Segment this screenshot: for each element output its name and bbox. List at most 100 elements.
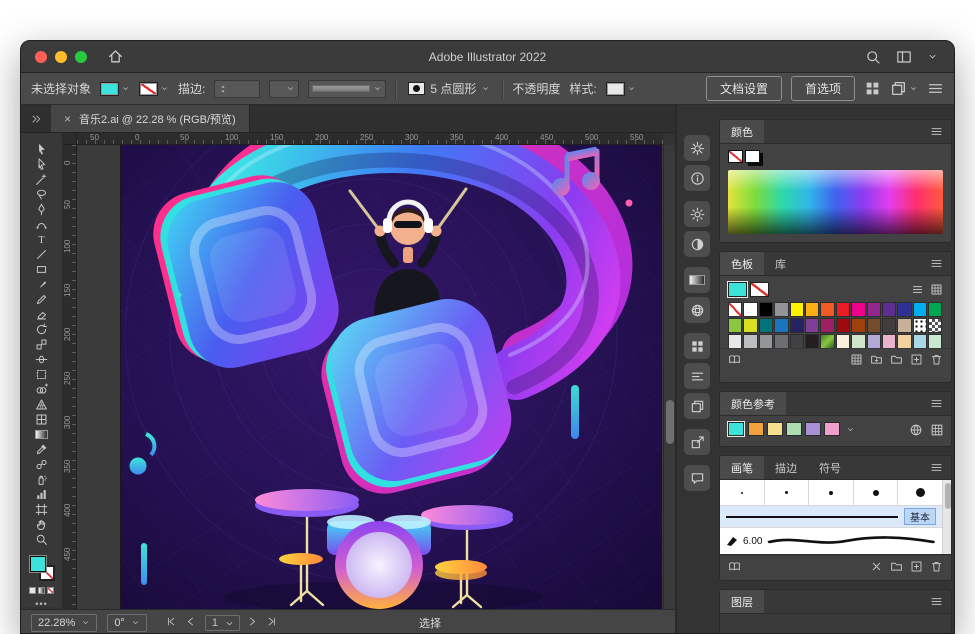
blend-tool[interactable] [29, 457, 55, 472]
comment-panel-icon[interactable] [684, 465, 710, 491]
selected-brush-row[interactable]: 6.00 [720, 528, 942, 554]
calligraphic-brush[interactable] [854, 480, 899, 505]
swatch[interactable] [790, 334, 804, 348]
delete-brush-icon[interactable] [930, 560, 943, 573]
stroke-swatch[interactable] [139, 82, 158, 96]
swatch[interactable] [774, 318, 788, 333]
swatch[interactable] [805, 302, 819, 317]
calligraphic-brush[interactable] [809, 480, 854, 505]
calligraphic-brush[interactable] [898, 480, 942, 505]
paintbrush-tool[interactable] [29, 277, 55, 292]
vertical-ruler[interactable]: 050100150200250300350400450 [63, 145, 77, 609]
brush-preset-dropdown[interactable]: 5 点圆形 [405, 80, 493, 98]
panel-menu-icon[interactable] [922, 392, 951, 415]
color-guide-options-icon[interactable] [930, 423, 943, 436]
layers-stack-icon[interactable] [684, 393, 710, 419]
harmony-swatch[interactable] [805, 422, 821, 436]
swatch[interactable] [867, 318, 881, 333]
panel-menu-icon[interactable] [922, 456, 951, 479]
magic-wand-tool[interactable] [29, 172, 55, 187]
swatch[interactable] [759, 318, 773, 333]
workspace-icon[interactable] [896, 49, 912, 65]
remove-brush-stroke-icon[interactable] [870, 560, 883, 573]
vertical-scrollbar[interactable] [663, 145, 675, 609]
new-color-group-icon[interactable] [870, 353, 883, 366]
artboard-number-dropdown[interactable]: 1 [205, 615, 240, 631]
panel-menu-icon[interactable] [922, 590, 951, 613]
width-profile-dropdown[interactable] [308, 80, 386, 98]
swatch[interactable] [867, 302, 881, 317]
screen-mode-button[interactable]: ••• [21, 599, 62, 609]
tab-libraries[interactable]: 库 [764, 252, 797, 275]
perspective-grid-tool[interactable] [29, 397, 55, 412]
symbol-sprayer-tool[interactable] [29, 472, 55, 487]
minimize-window-button[interactable] [55, 51, 67, 63]
align-panel-icon[interactable] [684, 363, 710, 389]
swatch[interactable] [851, 334, 865, 348]
eraser-tool[interactable] [29, 307, 55, 322]
swatch[interactable] [836, 334, 850, 348]
harmony-swatch[interactable] [786, 422, 802, 436]
hand-tool[interactable] [29, 517, 55, 532]
chevron-down-icon[interactable] [927, 51, 938, 62]
new-brush-icon[interactable] [910, 560, 923, 573]
harmony-swatch[interactable] [824, 422, 840, 436]
tab-color[interactable]: 颜色 [720, 120, 764, 143]
type-tool[interactable]: T [29, 232, 55, 247]
swatch[interactable] [851, 318, 865, 333]
swatch[interactable] [743, 318, 757, 333]
panel-menu-icon[interactable] [922, 252, 951, 275]
scale-tool[interactable] [29, 337, 55, 352]
brush-libraries-icon[interactable] [728, 560, 741, 573]
column-graph-tool[interactable] [29, 487, 55, 502]
grid-view-icon[interactable] [930, 283, 943, 296]
active-swatch[interactable] [728, 282, 747, 297]
harmony-swatch[interactable] [767, 422, 783, 436]
none-mode-button[interactable] [47, 587, 54, 594]
canvas[interactable] [77, 145, 663, 609]
scrollbar-thumb[interactable] [666, 400, 674, 444]
rectangle-tool[interactable] [29, 262, 55, 277]
home-icon[interactable] [107, 48, 124, 65]
next-artboard-icon[interactable] [247, 616, 260, 629]
tab-stroke[interactable]: 描边 [764, 456, 808, 479]
mesh-tool[interactable] [29, 412, 55, 427]
basic-brush-row[interactable]: 基本 [720, 506, 942, 528]
color-none-swatch[interactable] [728, 150, 743, 163]
tab-color-guide[interactable]: 颜色参考 [720, 392, 786, 415]
base-color-swatch[interactable] [728, 422, 744, 436]
calligraphic-brush[interactable] [765, 480, 810, 505]
tab-layers[interactable]: 图层 [720, 590, 764, 613]
preferences-button[interactable]: 首选项 [791, 76, 855, 101]
stroke-color-dropdown[interactable] [139, 82, 169, 96]
chevron-down-icon[interactable] [846, 425, 855, 434]
swatch[interactable] [897, 318, 911, 333]
width-tool[interactable] [29, 352, 55, 367]
swatch[interactable] [759, 334, 773, 348]
calligraphic-brush[interactable] [720, 480, 765, 505]
swatch[interactable] [820, 318, 834, 333]
swatch-kinds-icon[interactable] [850, 353, 863, 366]
sun-icon[interactable] [684, 201, 710, 227]
swatch[interactable] [836, 318, 850, 333]
swatch[interactable] [759, 302, 773, 317]
swatch[interactable] [897, 302, 911, 317]
style-dropdown[interactable] [606, 82, 636, 96]
fill-color-dropdown[interactable] [100, 82, 130, 96]
scrollbar-thumb[interactable] [945, 483, 951, 509]
stroke-weight-dropdown[interactable] [269, 80, 299, 98]
swatch[interactable] [836, 302, 850, 317]
swatch-libraries-icon[interactable] [728, 353, 741, 366]
info-icon[interactable] [684, 165, 710, 191]
swatch[interactable] [882, 302, 896, 317]
gear-icon[interactable] [684, 135, 710, 161]
folder-icon[interactable] [890, 353, 903, 366]
gradient-tool[interactable] [29, 427, 55, 442]
contrast-icon[interactable] [684, 231, 710, 257]
close-tab-icon[interactable]: × [64, 112, 71, 126]
none-swatch[interactable] [750, 282, 769, 297]
swatch[interactable] [928, 318, 942, 333]
shape-builder-tool[interactable] [29, 382, 55, 397]
swatch[interactable] [774, 302, 788, 317]
grid-panel-icon[interactable] [684, 333, 710, 359]
